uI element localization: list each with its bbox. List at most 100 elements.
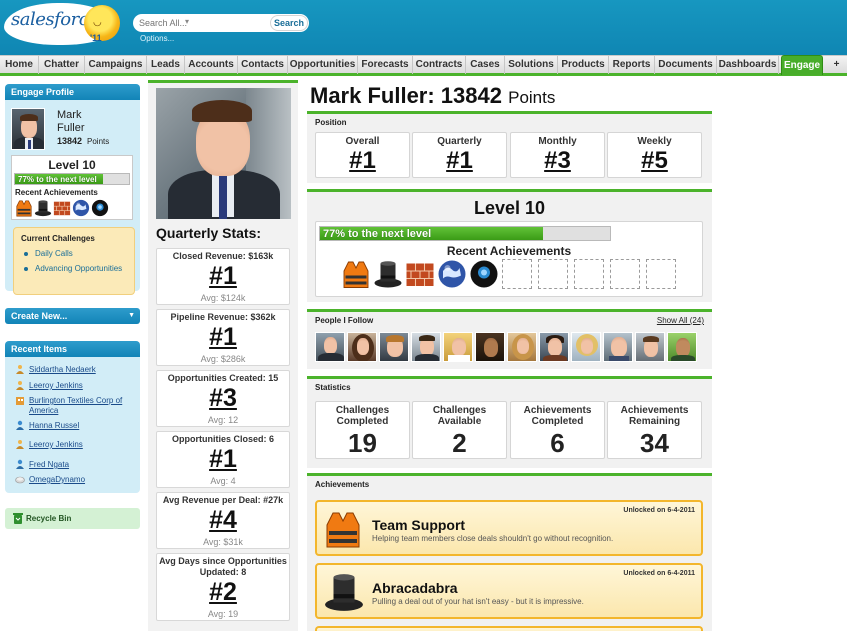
profile-avatar[interactable] bbox=[11, 108, 45, 150]
tab-contacts[interactable]: Contacts bbox=[238, 56, 288, 74]
recent-item-link[interactable]: Fred Ngata bbox=[29, 460, 69, 469]
tab-accounts[interactable]: Accounts bbox=[185, 56, 238, 74]
position-section: Position Overall #1 Quarterly #1 Monthly… bbox=[307, 111, 712, 183]
stat-rank[interactable]: #4 bbox=[157, 506, 289, 535]
eight-ball-icon[interactable] bbox=[469, 259, 499, 289]
recent-item-link[interactable]: Leeroy Jenkins bbox=[29, 440, 83, 449]
tab-chatter[interactable]: Chatter bbox=[39, 56, 85, 74]
brick-wall-icon[interactable] bbox=[405, 259, 435, 289]
tab-products[interactable]: Products bbox=[558, 56, 609, 74]
position-value[interactable]: #1 bbox=[413, 147, 506, 175]
followed-person-avatar[interactable] bbox=[539, 332, 569, 362]
top-hat-icon bbox=[325, 574, 363, 611]
profile-recent-achievements-label: Recent Achievements bbox=[15, 188, 98, 197]
level-progress-text: 77% to the next level bbox=[323, 228, 432, 240]
followed-person-avatar[interactable] bbox=[443, 332, 473, 362]
eight-ball-icon[interactable] bbox=[91, 199, 109, 217]
stat-card-avg-revenue-per-deal: Avg Revenue per Deal: #27k #4 Avg: $31k bbox=[156, 492, 290, 549]
followed-person-avatar[interactable] bbox=[411, 332, 441, 362]
recent-item-link[interactable]: Burlington Textiles Corp of America bbox=[29, 396, 137, 416]
opportunity-icon bbox=[15, 476, 25, 484]
position-value[interactable]: #5 bbox=[608, 147, 701, 175]
stat-card-opportunities-closed: Opportunities Closed: 6 #1 Avg: 4 bbox=[156, 431, 290, 488]
achievement-card-abracadabra[interactable]: Abracadabra Pulling a deal out of your h… bbox=[315, 563, 703, 619]
search-options-link[interactable]: Options... bbox=[140, 34, 174, 43]
stat-rank[interactable]: #1 bbox=[157, 323, 289, 352]
position-label: Quarterly bbox=[437, 136, 482, 147]
stat-label: Avg Revenue per Deal: #27k bbox=[162, 495, 284, 505]
engage-profile-title: Engage Profile bbox=[5, 84, 140, 100]
recycle-bin-label: Recycle Bin bbox=[26, 514, 72, 523]
stat-label: Opportunities Closed: 6 bbox=[171, 434, 274, 444]
achievement-card-team-support[interactable]: Team Support Helping team members close … bbox=[315, 500, 703, 556]
create-new-label: Create New... bbox=[11, 311, 68, 321]
tab-contracts[interactable]: Contracts bbox=[413, 56, 466, 74]
statistics-title: Statistics bbox=[315, 383, 351, 392]
tab-bar: Home Chatter Campaigns Leads Accounts Co… bbox=[0, 55, 847, 76]
followed-person-avatar[interactable] bbox=[635, 332, 665, 362]
recent-item-link[interactable]: OmegaDynamo bbox=[29, 475, 85, 484]
search-button[interactable]: Search bbox=[270, 15, 308, 31]
stat-rank[interactable]: #3 bbox=[157, 384, 289, 413]
stat-average: Avg: $124k bbox=[200, 293, 246, 303]
tab-leads[interactable]: Leads bbox=[147, 56, 185, 74]
achievement-card-partial[interactable] bbox=[315, 626, 703, 631]
followed-person-avatar[interactable] bbox=[379, 332, 409, 362]
quarterly-stats-title: Quarterly Stats: bbox=[156, 225, 262, 241]
followed-person-avatar[interactable] bbox=[507, 332, 537, 362]
position-value[interactable]: #3 bbox=[511, 147, 604, 175]
create-new-button[interactable]: Create New... ▼ bbox=[5, 308, 140, 324]
chevron-down-icon: ▼ bbox=[128, 312, 135, 319]
followed-person-avatar[interactable] bbox=[603, 332, 633, 362]
stat-rank[interactable]: #1 bbox=[157, 445, 289, 474]
position-value[interactable]: #1 bbox=[316, 147, 409, 175]
profile-photo[interactable] bbox=[156, 88, 291, 219]
tab-campaigns[interactable]: Campaigns bbox=[85, 56, 147, 74]
stat-rank[interactable]: #2 bbox=[157, 578, 289, 607]
stat-average: Avg: 4 bbox=[210, 476, 236, 486]
globe-icon[interactable] bbox=[72, 199, 90, 217]
tab-engage[interactable]: Engage bbox=[781, 55, 823, 75]
level-progress-bar: 77% to the next level bbox=[319, 226, 611, 241]
tab-reports[interactable]: Reports bbox=[609, 56, 655, 74]
recent-items-title: Recent Items bbox=[5, 341, 140, 357]
followed-person-avatar[interactable] bbox=[347, 332, 377, 362]
recent-item-link[interactable]: Hanna Russel bbox=[29, 421, 79, 430]
followed-person-avatar[interactable] bbox=[315, 332, 345, 362]
life-vest-icon[interactable] bbox=[15, 199, 33, 217]
tab-cases[interactable]: Cases bbox=[466, 56, 505, 74]
position-label: Overall bbox=[345, 136, 380, 147]
points-word: Points bbox=[508, 88, 556, 107]
stat-card-avg-days-since-updated: Avg Days since Opportunities Updated: 8 … bbox=[156, 553, 290, 621]
tab-home[interactable]: Home bbox=[0, 56, 39, 74]
tab-documents[interactable]: Documents bbox=[655, 56, 717, 74]
tab-solutions[interactable]: Solutions bbox=[505, 56, 558, 74]
challenge-advancing-opportunities[interactable]: Advancing Opportunities bbox=[35, 264, 122, 273]
salesforce-logo[interactable]: salesforce ◡ '11 bbox=[4, 3, 120, 45]
position-quarterly: Quarterly #1 bbox=[412, 132, 507, 178]
profile-points-value: 13842 bbox=[57, 136, 83, 146]
tab-dashboards[interactable]: Dashboards bbox=[717, 56, 779, 74]
life-vest-icon[interactable] bbox=[341, 259, 371, 289]
show-all-link[interactable]: Show All (24) bbox=[657, 316, 704, 325]
globe-icon[interactable] bbox=[437, 259, 467, 289]
top-hat-icon[interactable] bbox=[34, 199, 52, 217]
lead-icon bbox=[16, 365, 24, 374]
tab-add-icon[interactable]: + bbox=[826, 56, 847, 74]
top-hat-icon[interactable] bbox=[373, 259, 403, 289]
profile-level-box: Level 10 77% to the next level Recent Ac… bbox=[11, 155, 133, 220]
search-scope-caret-icon[interactable]: ▾ bbox=[185, 17, 189, 26]
recycle-bin-link[interactable]: Recycle Bin bbox=[5, 508, 140, 529]
bullet-icon bbox=[24, 267, 28, 271]
search-input[interactable] bbox=[139, 16, 267, 30]
stat-rank[interactable]: #1 bbox=[157, 262, 289, 291]
followed-person-avatar[interactable] bbox=[571, 332, 601, 362]
tab-opportunities[interactable]: Opportunities bbox=[288, 56, 358, 74]
followed-person-avatar[interactable] bbox=[475, 332, 505, 362]
recent-item-link[interactable]: Siddartha Nedaerk bbox=[29, 365, 96, 374]
followed-person-avatar[interactable] bbox=[667, 332, 697, 362]
brick-wall-icon[interactable] bbox=[53, 199, 71, 217]
challenge-daily-calls[interactable]: Daily Calls bbox=[35, 249, 73, 258]
recent-item-link[interactable]: Leeroy Jenkins bbox=[29, 381, 83, 390]
tab-forecasts[interactable]: Forecasts bbox=[358, 56, 413, 74]
